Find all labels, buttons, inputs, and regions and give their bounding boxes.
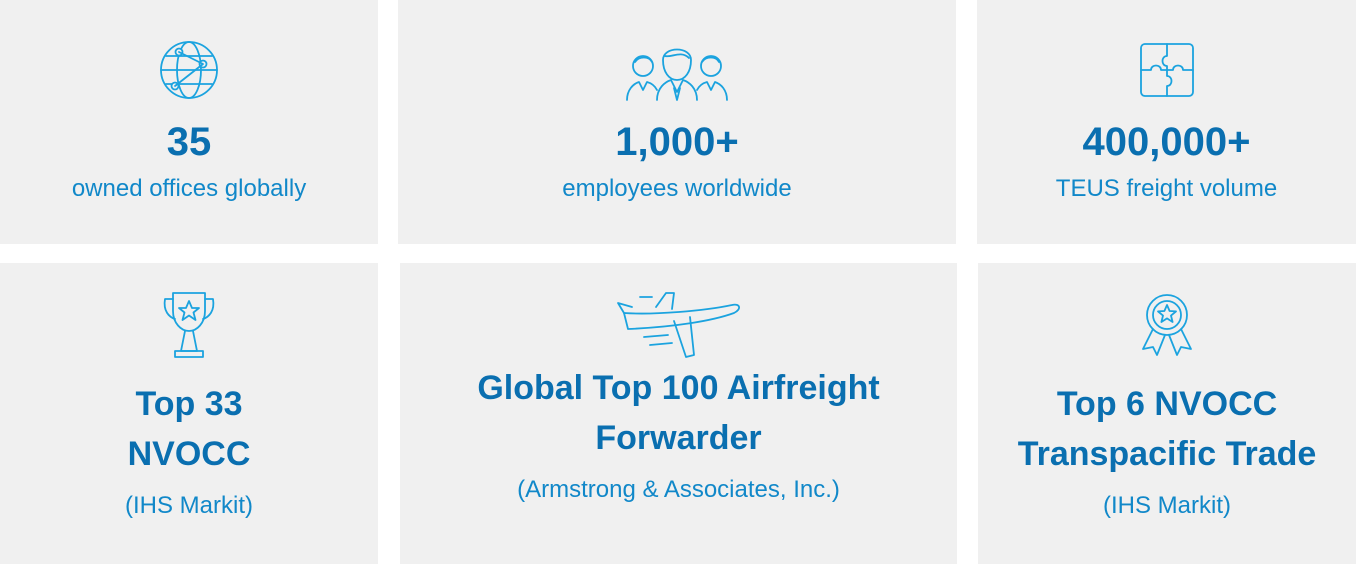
offices-caption: owned offices globally [71,175,307,202]
ranking-title-line1: Top 6 NVOCC [1056,385,1278,423]
ranking-source: (IHS Markit) [1103,492,1231,519]
offices-count: 35 [166,120,212,164]
ranking-card-transpacific: Top 6 NVOCC Transpacific Trade (IHS Mark… [978,263,1356,564]
puzzle-piece-icon [1139,43,1194,97]
globe-network-icon [160,41,218,99]
ranking-card-nvocc: Top 33 NVOCC (IHS Markit) [0,263,378,564]
ranking-source: (Armstrong & Associates, Inc.) [517,476,840,503]
ranking-title: Top 6 NVOCC Transpacific Trade [1018,379,1317,479]
ranking-title: Top 33 NVOCC [128,379,251,479]
employees-count: 1,000+ [615,120,739,164]
ranking-source: (IHS Markit) [125,492,253,519]
stat-card-freight: 400,000+ TEUS freight volume [977,0,1356,244]
stat-card-offices: 35 owned offices globally [0,0,378,244]
ranking-title-line1: Global Top 100 Airfreight [477,369,880,407]
ranking-title-line1: Top 33 [135,385,243,423]
team-people-icon [626,48,728,101]
ranking-card-airfreight: Global Top 100 Airfreight Forwarder (Arm… [400,263,957,564]
award-ribbon-icon [1142,294,1192,356]
ranking-title: Global Top 100 Airfreight Forwarder [477,363,879,463]
airplane-icon [616,292,740,358]
employees-caption: employees worldwide [562,175,792,202]
ranking-title-line2: Forwarder [595,419,762,457]
trophy-icon [163,292,215,358]
freight-volume: 400,000+ [1082,120,1251,164]
stat-card-employees: 1,000+ employees worldwide [398,0,956,244]
freight-caption: TEUS freight volume [1055,175,1278,202]
ranking-title-line2: Transpacific Trade [1017,435,1317,473]
ranking-title-line2: NVOCC [127,435,251,473]
